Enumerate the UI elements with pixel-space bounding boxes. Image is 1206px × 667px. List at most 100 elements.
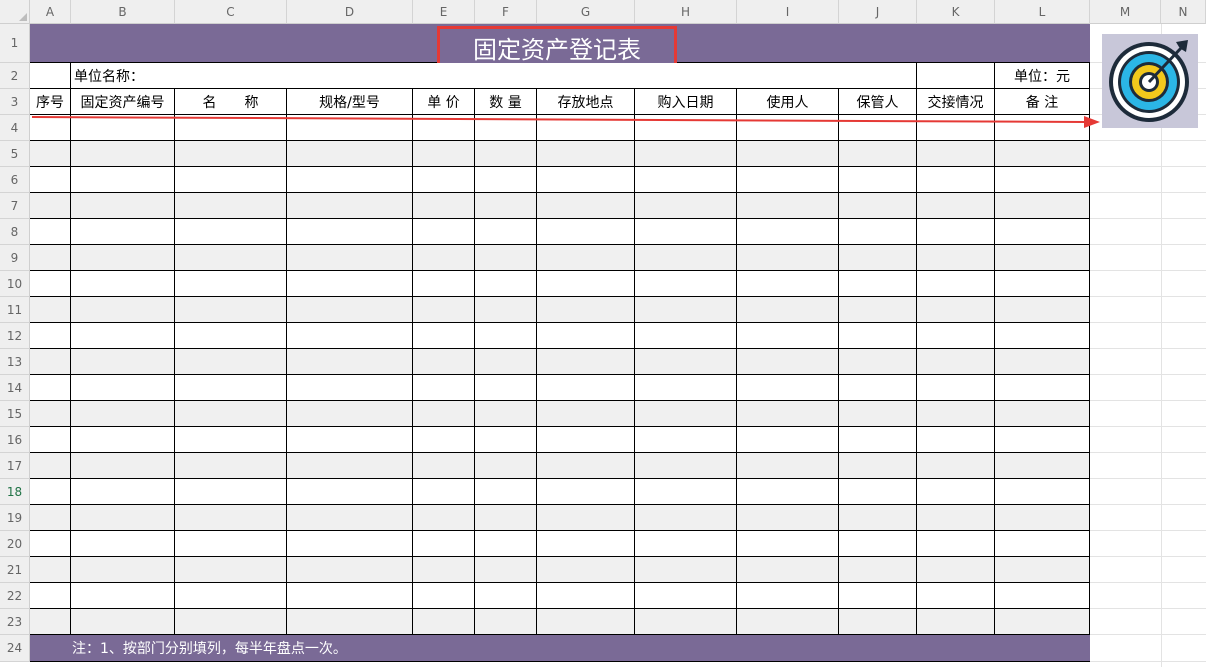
sheet-title[interactable]: 固定资产登记表 xyxy=(437,26,677,68)
column-header[interactable]: F xyxy=(475,0,537,24)
table-cell[interactable] xyxy=(635,557,737,583)
cell-K2[interactable] xyxy=(917,63,995,89)
table-cell[interactable] xyxy=(175,193,287,219)
table-cell[interactable] xyxy=(995,401,1090,427)
header-cell[interactable]: 交接情况 xyxy=(917,89,995,115)
table-cell[interactable] xyxy=(71,219,175,245)
header-cell[interactable]: 规格/型号 xyxy=(287,89,413,115)
row-header[interactable]: 4 xyxy=(0,115,30,141)
table-cell[interactable] xyxy=(30,115,71,141)
table-cell[interactable] xyxy=(287,323,413,349)
table-cell[interactable] xyxy=(737,479,839,505)
row-header[interactable]: 23 xyxy=(0,609,30,635)
row-header[interactable]: 10 xyxy=(0,271,30,297)
table-cell[interactable] xyxy=(475,479,537,505)
table-cell[interactable] xyxy=(537,401,635,427)
table-cell[interactable] xyxy=(71,167,175,193)
header-cell[interactable]: 存放地点 xyxy=(537,89,635,115)
table-cell[interactable] xyxy=(839,219,917,245)
table-cell[interactable] xyxy=(635,167,737,193)
table-cell[interactable] xyxy=(287,609,413,635)
table-cell[interactable] xyxy=(995,297,1090,323)
unit-name-label[interactable]: 单位名称： xyxy=(71,63,635,89)
table-cell[interactable] xyxy=(635,193,737,219)
table-cell[interactable] xyxy=(917,323,995,349)
table-cell[interactable] xyxy=(995,505,1090,531)
table-cell[interactable] xyxy=(737,401,839,427)
table-cell[interactable] xyxy=(917,193,995,219)
row-header[interactable]: 21 xyxy=(0,557,30,583)
table-cell[interactable] xyxy=(537,219,635,245)
table-cell[interactable] xyxy=(839,427,917,453)
row-header[interactable]: 6 xyxy=(0,167,30,193)
table-cell[interactable] xyxy=(995,115,1090,141)
table-cell[interactable] xyxy=(30,193,71,219)
table-cell[interactable] xyxy=(995,245,1090,271)
table-cell[interactable] xyxy=(737,375,839,401)
table-cell[interactable] xyxy=(71,531,175,557)
table-cell[interactable] xyxy=(839,583,917,609)
table-cell[interactable] xyxy=(737,297,839,323)
header-cell[interactable]: 数 量 xyxy=(475,89,537,115)
row-header[interactable]: 1 xyxy=(0,24,30,63)
table-cell[interactable] xyxy=(635,245,737,271)
table-cell[interactable] xyxy=(71,193,175,219)
table-cell[interactable] xyxy=(917,583,995,609)
row-header[interactable]: 20 xyxy=(0,531,30,557)
row-header[interactable]: 18 xyxy=(0,479,30,505)
row-header[interactable]: 8 xyxy=(0,219,30,245)
column-header[interactable]: L xyxy=(995,0,1090,24)
table-cell[interactable] xyxy=(917,401,995,427)
table-cell[interactable] xyxy=(917,453,995,479)
table-cell[interactable] xyxy=(71,245,175,271)
table-cell[interactable] xyxy=(71,297,175,323)
table-cell[interactable] xyxy=(537,609,635,635)
table-cell[interactable] xyxy=(413,479,475,505)
table-cell[interactable] xyxy=(175,583,287,609)
table-cell[interactable] xyxy=(917,245,995,271)
table-cell[interactable] xyxy=(537,323,635,349)
row-header[interactable]: 3 xyxy=(0,89,30,115)
table-cell[interactable] xyxy=(413,557,475,583)
table-cell[interactable] xyxy=(635,141,737,167)
table-cell[interactable] xyxy=(737,557,839,583)
table-cell[interactable] xyxy=(30,479,71,505)
column-header[interactable]: J xyxy=(839,0,917,24)
table-cell[interactable] xyxy=(475,505,537,531)
table-cell[interactable] xyxy=(175,427,287,453)
table-cell[interactable] xyxy=(413,583,475,609)
table-cell[interactable] xyxy=(635,583,737,609)
row-header[interactable]: 5 xyxy=(0,141,30,167)
table-cell[interactable] xyxy=(475,219,537,245)
table-cell[interactable] xyxy=(537,479,635,505)
table-cell[interactable] xyxy=(995,479,1090,505)
table-cell[interactable] xyxy=(537,557,635,583)
table-cell[interactable] xyxy=(287,349,413,375)
table-cell[interactable] xyxy=(917,505,995,531)
table-cell[interactable] xyxy=(175,505,287,531)
table-cell[interactable] xyxy=(175,297,287,323)
table-cell[interactable] xyxy=(995,219,1090,245)
table-cell[interactable] xyxy=(287,479,413,505)
column-header[interactable]: H xyxy=(635,0,737,24)
column-header[interactable]: N xyxy=(1161,0,1206,24)
table-cell[interactable] xyxy=(475,375,537,401)
table-cell[interactable] xyxy=(413,193,475,219)
table-cell[interactable] xyxy=(737,245,839,271)
table-cell[interactable] xyxy=(175,401,287,427)
table-cell[interactable] xyxy=(413,271,475,297)
row-header[interactable]: 15 xyxy=(0,401,30,427)
table-cell[interactable] xyxy=(413,219,475,245)
table-cell[interactable] xyxy=(475,453,537,479)
column-header[interactable]: D xyxy=(287,0,413,24)
table-cell[interactable] xyxy=(839,323,917,349)
table-cell[interactable] xyxy=(287,557,413,583)
table-cell[interactable] xyxy=(839,297,917,323)
table-cell[interactable] xyxy=(413,531,475,557)
table-cell[interactable] xyxy=(287,167,413,193)
cell-H2[interactable] xyxy=(635,63,917,89)
table-cell[interactable] xyxy=(30,245,71,271)
table-cell[interactable] xyxy=(413,349,475,375)
table-cell[interactable] xyxy=(917,531,995,557)
table-cell[interactable] xyxy=(175,115,287,141)
